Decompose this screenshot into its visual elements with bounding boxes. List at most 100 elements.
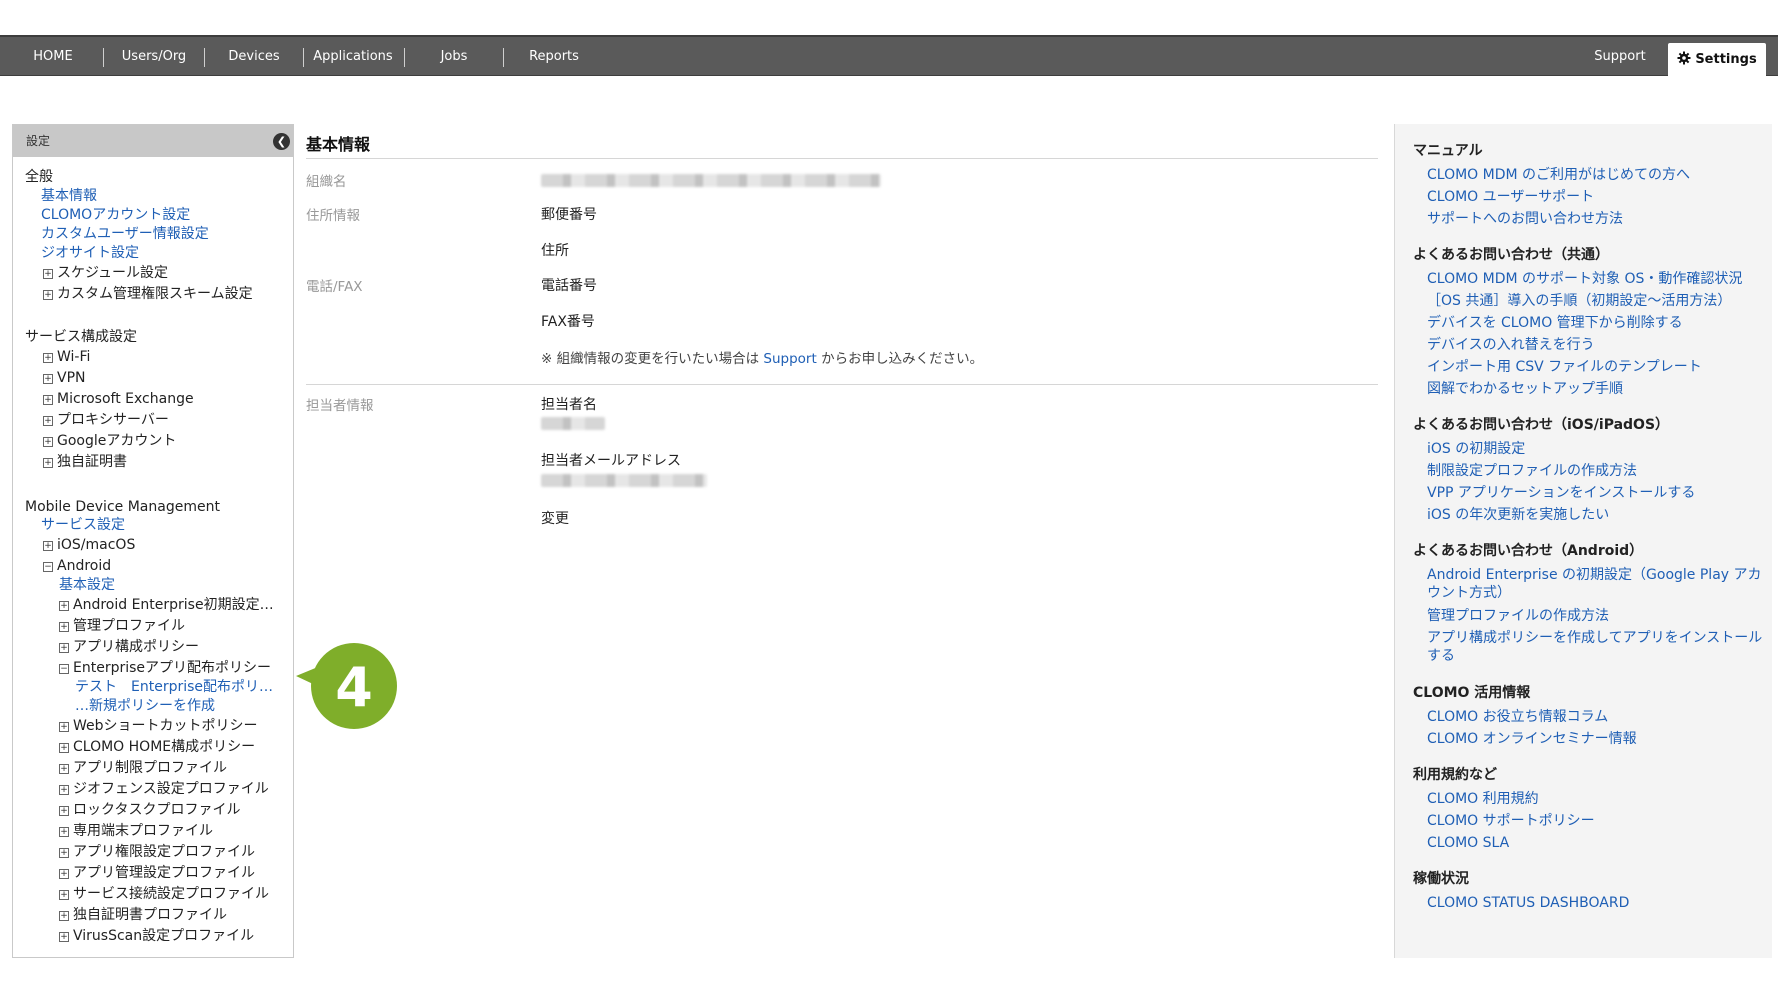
manual-link[interactable]: CLOMO ユーザーサポート bbox=[1427, 188, 1767, 206]
collapse-minus-icon[interactable]: − bbox=[59, 664, 69, 674]
sidebar-item-virusscan-profile[interactable]: + VirusScan設定プロファイル bbox=[59, 927, 254, 945]
sidebar-item-ios-macos[interactable]: + iOS/macOS bbox=[43, 536, 135, 554]
faq-android-link[interactable]: アプリ構成ポリシーを作成してアプリをインストールする bbox=[1427, 629, 1767, 665]
faq-common-link[interactable]: CLOMO MDM のサポート対象 OS・動作確認状況 bbox=[1427, 270, 1767, 288]
expand-plus-icon[interactable]: + bbox=[59, 827, 69, 837]
sidebar-item-app-permission-profile[interactable]: + アプリ権限設定プロファイル bbox=[59, 843, 255, 861]
nav-users-org[interactable]: Users/Org bbox=[110, 37, 198, 75]
expand-plus-icon[interactable]: + bbox=[43, 374, 53, 384]
sidebar-item-android-basic[interactable]: 基本設定 bbox=[59, 576, 115, 594]
expand-plus-icon[interactable]: + bbox=[59, 722, 69, 732]
sidebar-item-google-account[interactable]: + Googleアカウント bbox=[43, 432, 176, 450]
sidebar-item-service-settings[interactable]: サービス設定 bbox=[41, 516, 125, 534]
sidebar-item-clomo-home-policy[interactable]: + CLOMO HOME構成ポリシー bbox=[59, 738, 255, 756]
faq-android-link[interactable]: Android Enterprise の初期設定（Google Play アカウ… bbox=[1427, 566, 1767, 602]
faq-common-link[interactable]: インポート用 CSV ファイルのテンプレート bbox=[1427, 358, 1767, 376]
nav-separator bbox=[204, 48, 205, 67]
sidebar-item-custom-user-info[interactable]: カスタムユーザー情報設定 bbox=[41, 225, 209, 243]
chevron-left-icon[interactable]: ❮ bbox=[273, 133, 290, 150]
sidebar-item-app-restriction-profile[interactable]: + アプリ制限プロファイル bbox=[59, 759, 227, 777]
info-link[interactable]: CLOMO お役立ち情報コラム bbox=[1427, 708, 1767, 726]
expand-plus-icon[interactable]: + bbox=[59, 806, 69, 816]
expand-plus-icon[interactable]: + bbox=[43, 353, 53, 363]
faq-ios-link[interactable]: iOS の初期設定 bbox=[1427, 440, 1767, 458]
sidebar-item-app-management-profile[interactable]: + アプリ管理設定プロファイル bbox=[59, 864, 255, 882]
help-panel: マニュアル CLOMO MDM のご利用がはじめての方へ CLOMO ユーザーサ… bbox=[1394, 124, 1772, 958]
expand-plus-icon[interactable]: + bbox=[59, 764, 69, 774]
terms-link[interactable]: CLOMO SLA bbox=[1427, 834, 1767, 852]
sidebar-item-geofence-profile[interactable]: + ジオフェンス設定プロファイル bbox=[59, 780, 269, 798]
collapse-minus-icon[interactable]: − bbox=[43, 562, 53, 572]
faq-common-link[interactable]: デバイスを CLOMO 管理下から削除する bbox=[1427, 314, 1767, 332]
sidebar-item-label: アプリ構成ポリシー bbox=[73, 639, 199, 655]
faq-ios-link[interactable]: 制限設定プロファイルの作成方法 bbox=[1427, 462, 1767, 480]
postal-code-label: 郵便番号 bbox=[541, 207, 597, 223]
nav-settings-tab[interactable]: Settings bbox=[1668, 43, 1766, 77]
nav-support[interactable]: Support bbox=[1580, 37, 1660, 75]
faq-android-link[interactable]: 管理プロファイルの作成方法 bbox=[1427, 607, 1767, 625]
sidebar-item-exchange[interactable]: + Microsoft Exchange bbox=[43, 390, 194, 408]
sidebar-item-app-config-policy[interactable]: + アプリ構成ポリシー bbox=[59, 638, 199, 656]
change-link[interactable]: 変更 bbox=[541, 508, 569, 528]
expand-plus-icon[interactable]: + bbox=[43, 269, 53, 279]
sidebar-item-new-policy[interactable]: …新規ポリシーを作成 bbox=[75, 697, 215, 715]
nav-home[interactable]: HOME bbox=[20, 37, 86, 75]
nav-devices[interactable]: Devices bbox=[212, 37, 296, 75]
sidebar-item-custom-permission[interactable]: + カスタム管理権限スキーム設定 bbox=[43, 285, 253, 303]
sidebar-item-clomo-account[interactable]: CLOMOアカウント設定 bbox=[41, 206, 190, 224]
expand-plus-icon[interactable]: + bbox=[43, 437, 53, 447]
sidebar-item-web-shortcut-policy[interactable]: + Webショートカットポリシー bbox=[59, 717, 258, 735]
faq-common-heading: よくあるお問い合わせ（共通） bbox=[1413, 247, 1609, 263]
sidebar-item-enterprise-app-policy[interactable]: − Enterpriseアプリ配布ポリシー bbox=[59, 659, 271, 677]
sidebar-item-label: ジオフェンス設定プロファイル bbox=[73, 781, 269, 797]
expand-plus-icon[interactable]: + bbox=[59, 869, 69, 879]
sidebar-item-schedule[interactable]: + スケジュール設定 bbox=[43, 264, 168, 282]
sidebar-item-certificate[interactable]: + 独自証明書 bbox=[43, 453, 127, 471]
nav-reports[interactable]: Reports bbox=[510, 37, 598, 75]
expand-plus-icon[interactable]: + bbox=[59, 643, 69, 653]
expand-plus-icon[interactable]: + bbox=[43, 541, 53, 551]
sidebar-item-lock-task-profile[interactable]: + ロックタスクプロファイル bbox=[59, 801, 240, 819]
expand-plus-icon[interactable]: + bbox=[43, 395, 53, 405]
nav-applications[interactable]: Applications bbox=[308, 37, 398, 75]
info-link[interactable]: CLOMO オンラインセミナー情報 bbox=[1427, 730, 1767, 748]
sidebar-item-android-enterprise-init[interactable]: + Android Enterprise初期設定… bbox=[59, 596, 274, 614]
expand-plus-icon[interactable]: + bbox=[43, 416, 53, 426]
expand-plus-icon[interactable]: + bbox=[43, 290, 53, 300]
expand-plus-icon[interactable]: + bbox=[59, 911, 69, 921]
sidebar-item-test-enterprise-policy[interactable]: テスト Enterprise配布ポリ… bbox=[75, 678, 273, 696]
expand-plus-icon[interactable]: + bbox=[59, 848, 69, 858]
expand-plus-icon[interactable]: + bbox=[59, 785, 69, 795]
expand-plus-icon[interactable]: + bbox=[59, 743, 69, 753]
manual-link[interactable]: CLOMO MDM のご利用がはじめての方へ bbox=[1427, 166, 1767, 184]
faq-common-link[interactable]: 図解でわかるセットアップ手順 bbox=[1427, 380, 1767, 398]
expand-plus-icon[interactable]: + bbox=[59, 890, 69, 900]
expand-plus-icon[interactable]: + bbox=[59, 622, 69, 632]
sidebar-item-basic-info[interactable]: 基本情報 bbox=[41, 187, 97, 205]
title-divider bbox=[306, 158, 1378, 159]
terms-link[interactable]: CLOMO 利用規約 bbox=[1427, 790, 1767, 808]
faq-ios-link[interactable]: iOS の年次更新を実施したい bbox=[1427, 506, 1767, 524]
expand-plus-icon[interactable]: + bbox=[43, 458, 53, 468]
sidebar-item-dedicated-device-profile[interactable]: + 専用端末プロファイル bbox=[59, 822, 213, 840]
sidebar-item-certificate-profile[interactable]: + 独自証明書プロファイル bbox=[59, 906, 227, 924]
sidebar-item-vpn[interactable]: + VPN bbox=[43, 369, 86, 387]
sidebar-item-geosite[interactable]: ジオサイト設定 bbox=[41, 244, 139, 262]
manual-link[interactable]: サポートへのお問い合わせ方法 bbox=[1427, 210, 1767, 228]
sidebar-item-label: アプリ管理設定プロファイル bbox=[73, 865, 255, 881]
section-title-mdm: Mobile Device Management bbox=[25, 499, 220, 515]
faq-common-link[interactable]: ［OS 共通］導入の手順（初期設定〜活用方法） bbox=[1427, 292, 1767, 310]
sidebar-item-managed-profile[interactable]: + 管理プロファイル bbox=[59, 617, 185, 635]
status-link[interactable]: CLOMO STATUS DASHBOARD bbox=[1427, 894, 1767, 912]
faq-common-link[interactable]: デバイスの入れ替えを行う bbox=[1427, 336, 1767, 354]
sidebar-item-android[interactable]: − Android bbox=[43, 557, 111, 575]
faq-ios-link[interactable]: VPP アプリケーションをインストールする bbox=[1427, 484, 1767, 502]
nav-jobs[interactable]: Jobs bbox=[412, 37, 496, 75]
expand-plus-icon[interactable]: + bbox=[59, 932, 69, 942]
sidebar-item-service-connection-profile[interactable]: + サービス接続設定プロファイル bbox=[59, 885, 269, 903]
expand-plus-icon[interactable]: + bbox=[59, 601, 69, 611]
sidebar-item-proxy[interactable]: + プロキシサーバー bbox=[43, 411, 169, 429]
support-link[interactable]: Support bbox=[763, 351, 816, 367]
terms-link[interactable]: CLOMO サポートポリシー bbox=[1427, 812, 1767, 830]
sidebar-item-wifi[interactable]: + Wi-Fi bbox=[43, 348, 90, 366]
